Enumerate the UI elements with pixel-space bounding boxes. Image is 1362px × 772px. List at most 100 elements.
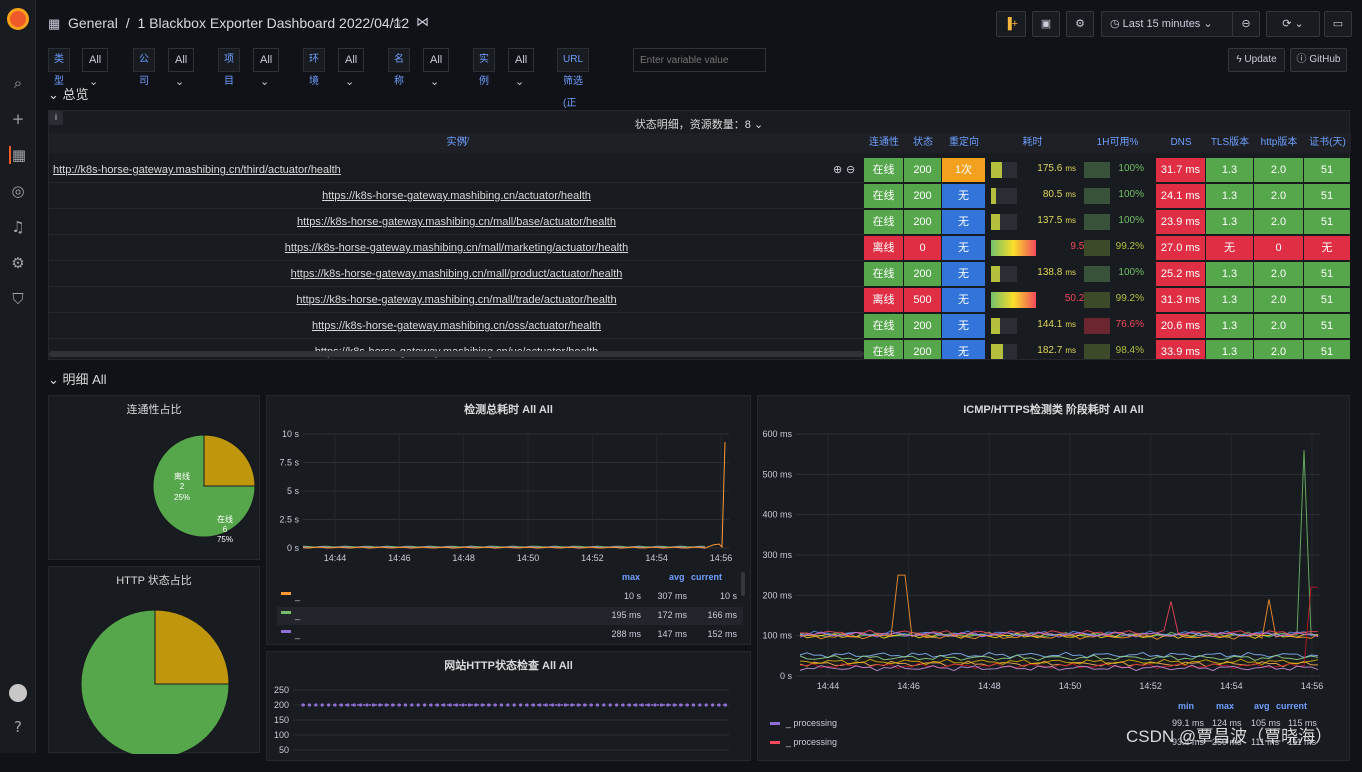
table-header-col-redirect[interactable]: 重定向 — [942, 133, 986, 153]
availability-value: 99.2% — [1115, 293, 1144, 304]
pie-slice[interactable] — [154, 609, 230, 685]
var-select-type[interactable]: All ⌄ — [82, 48, 109, 88]
dashboard-settings-icon[interactable]: ⚙ — [1066, 11, 1094, 37]
legend-row[interactable]: _ 10 s 307 ms 10 s — [277, 588, 743, 606]
grafana-logo-icon[interactable] — [7, 8, 29, 30]
redirect-cell: 无 — [942, 288, 985, 312]
instance-link[interactable]: http://k8s-horse-gateway.mashibing.cn/th… — [53, 157, 868, 183]
save-icon[interactable]: ▣ — [1032, 11, 1060, 37]
legend-row[interactable]: _ 288 ms 147 ms 152 ms — [277, 626, 743, 644]
search-icon[interactable]: ⌕ — [9, 74, 27, 92]
panel-title-wrap[interactable]: 状态明细，资源数量：8 ⌄ — [49, 116, 1349, 132]
availability-value: 99.2% — [1115, 241, 1144, 252]
zoom-out-icon[interactable]: ⊖ — [846, 163, 855, 176]
table-header-col-status[interactable]: 状态 — [904, 133, 942, 153]
y-tick-label: 300 ms — [762, 550, 792, 560]
horizontal-scrollbar[interactable] — [49, 351, 864, 357]
status-cell: 200 — [904, 340, 941, 359]
dns-cell: 25.2 ms — [1156, 262, 1205, 286]
instance-link[interactable]: https://k8s-horse-gateway.mashibing.cn/m… — [49, 287, 864, 313]
time-picker[interactable]: ◷ Last 15 minutes ⌄ — [1101, 11, 1233, 37]
table-header-col-dns[interactable]: DNS — [1156, 133, 1206, 153]
legend-col-current[interactable]: current — [1276, 701, 1307, 711]
var-select-instance[interactable]: All ⌄ — [508, 48, 535, 88]
legend-current: 152 ms — [707, 629, 737, 639]
update-button[interactable]: ϟ Update — [1228, 48, 1285, 72]
zoom-in-icon[interactable]: ⊕ — [833, 163, 842, 176]
legend-col-current[interactable]: current — [691, 572, 722, 582]
legend-row[interactable]: _ 195 ms 172 ms 166 ms — [277, 607, 743, 625]
legend-col-min[interactable]: min — [1178, 701, 1194, 711]
legend-series-name: _ processing — [786, 718, 838, 728]
help-icon[interactable]: ? — [9, 718, 27, 736]
explore-compass-icon[interactable]: ◎ — [9, 182, 27, 200]
legend-color-swatch — [770, 722, 780, 725]
y-tick-label: 150 — [274, 715, 289, 725]
help-circle-icon: ⓘ — [1296, 54, 1310, 65]
data-point — [698, 703, 702, 707]
instance-link[interactable]: https://k8s-horse-gateway.mashibing.cn/m… — [49, 261, 864, 287]
star-icon[interactable]: ☆ — [391, 14, 404, 31]
cert-days-cell: 51 — [1304, 184, 1350, 208]
instance-link[interactable]: https://k8s-horse-gateway.mashibing.cn/m… — [49, 235, 864, 261]
instance-link[interactable]: https://k8s-horse-gateway.mashibing.cn/o… — [49, 313, 864, 339]
page-title[interactable]: General / 1 Blackbox Exporter Dashboard … — [68, 15, 409, 31]
total-latency-graph: 10 s 7.5 s 5 s 2.5 s 0 s 14:44 14:46 14:48 14:50… — [279, 429, 732, 563]
dashboards-icon[interactable]: ▦ — [9, 146, 27, 164]
instance-link[interactable]: https://k8s-horse-gateway.mashibing.cn/a… — [49, 183, 864, 209]
avatar[interactable] — [9, 684, 27, 702]
availability-value: 98.4% — [1115, 345, 1144, 356]
pie-chart-http — [80, 609, 230, 754]
status-cell: 200 — [904, 262, 941, 286]
row-header-overview[interactable]: ⌄ 总览 — [48, 84, 89, 103]
var-select-company[interactable]: All ⌄ — [168, 48, 195, 88]
dns-cell: 31.3 ms — [1156, 288, 1205, 312]
var-select-project[interactable]: All ⌄ — [253, 48, 280, 88]
table-header-col-connectivity[interactable]: 连通性 — [864, 133, 904, 153]
status-cell: 200 — [904, 184, 941, 208]
legend-col-avg[interactable]: avg — [669, 572, 685, 582]
filter-icon[interactable]: ▽ — [462, 136, 470, 147]
shield-icon[interactable]: ⛉ — [9, 290, 27, 308]
refresh-button[interactable]: ⟳ ⌄ — [1266, 11, 1320, 37]
legend-current: 10 s — [719, 591, 737, 601]
table-header-col-latency[interactable]: 耗时 — [986, 133, 1079, 153]
table-header-col-cert[interactable]: 证书(天) — [1304, 133, 1351, 153]
dns-cell: 31.7 ms — [1156, 158, 1205, 182]
legend-col-max[interactable]: max — [1216, 701, 1234, 711]
breadcrumb-folder[interactable]: General — [68, 15, 118, 31]
legend-series-name: _ — [295, 610, 301, 620]
alerting-bell-icon[interactable]: ♫ — [9, 218, 27, 236]
cert-days-cell: 51 — [1304, 288, 1350, 312]
zoom-out-icon[interactable]: ⊖ — [1232, 11, 1260, 37]
tv-mode-icon[interactable]: ▭ — [1324, 11, 1352, 37]
dashboard-title[interactable]: 1 Blackbox Exporter Dashboard 2022/04/12 — [137, 15, 409, 31]
latency-unit: ms — [1065, 190, 1076, 199]
status-table: 实例 连通性 状态 重定向 耗时 1H可用% DNS TLS版本 http版本 证书(天) ▽ htt… — [49, 133, 1351, 359]
var-select-name[interactable]: All ⌄ — [423, 48, 450, 88]
pie-slice[interactable] — [203, 434, 256, 487]
share-icon[interactable]: ⋈ — [416, 14, 429, 30]
add-panel-icon[interactable]: ▐+ — [996, 11, 1026, 37]
table-header-col-instance[interactable]: 实例 — [49, 133, 864, 153]
plus-icon[interactable]: + — [9, 110, 27, 128]
github-button[interactable]: ⓘ GitHub — [1290, 48, 1347, 72]
instance-link[interactable]: https://k8s-horse-gateway.mashibing.cn/m… — [49, 209, 864, 235]
availability-value: 100% — [1118, 267, 1144, 278]
var-select-env[interactable]: All ⌄ — [338, 48, 365, 88]
latency-gauge — [991, 318, 1017, 334]
legend-col-avg[interactable]: avg — [1254, 701, 1270, 711]
table-header-col-http[interactable]: http版本 — [1254, 133, 1304, 153]
availability-value: 100% — [1118, 189, 1144, 200]
legend-scrollbar[interactable] — [741, 572, 745, 596]
x-tick-label: 14:54 — [645, 553, 668, 563]
settings-gear-icon[interactable]: ⚙ — [9, 254, 27, 272]
y-tick-label: 2.5 s — [279, 515, 299, 525]
data-point — [307, 703, 311, 707]
legend-col-max[interactable]: max — [622, 572, 640, 582]
table-header-col-availability[interactable]: 1H可用% — [1079, 133, 1156, 153]
url-filter-input[interactable] — [633, 48, 766, 72]
row-header-detail[interactable]: ⌄ 明细 All — [48, 369, 107, 388]
cert-days-cell: 51 — [1304, 262, 1350, 286]
table-header-col-tls[interactable]: TLS版本 — [1206, 133, 1254, 153]
